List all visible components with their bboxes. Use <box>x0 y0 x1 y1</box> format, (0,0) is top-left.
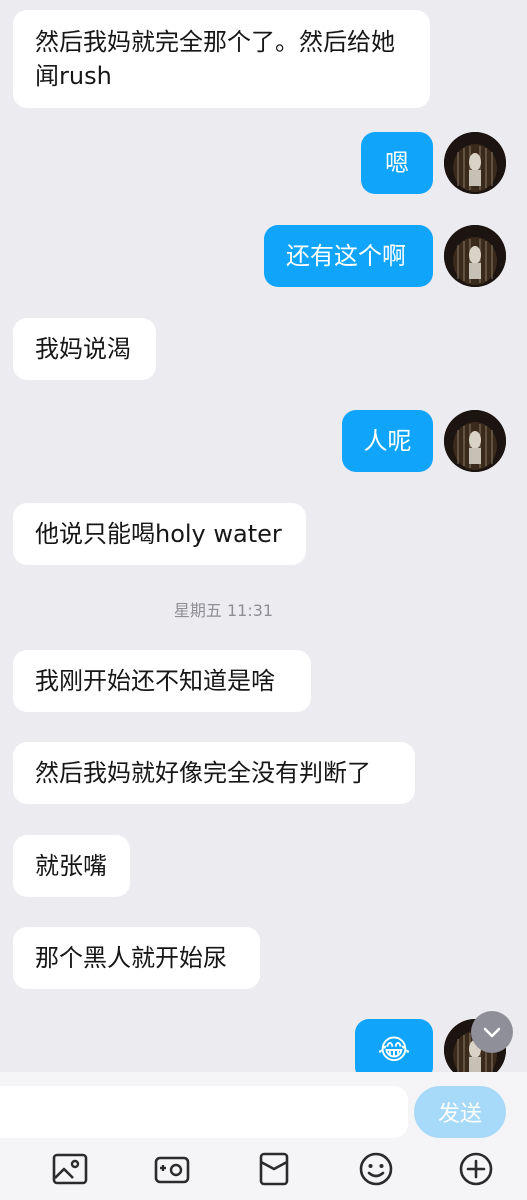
message-input[interactable] <box>0 1086 408 1138</box>
message-text: 他说只能喝holy water <box>35 520 282 548</box>
user-avatar[interactable] <box>444 225 506 287</box>
incoming-message[interactable]: 那个黑人就开始尿 <box>13 927 260 989</box>
plus-icon[interactable] <box>457 1150 495 1188</box>
message-text: 还有这个啊 <box>286 242 406 270</box>
camera-icon[interactable] <box>153 1150 191 1188</box>
image-icon[interactable] <box>51 1150 89 1188</box>
message-text: 那个黑人就开始尿 <box>35 944 227 972</box>
outgoing-message[interactable]: 还有这个啊 <box>264 225 433 287</box>
incoming-message[interactable]: 我妈说渴 <box>13 318 156 380</box>
red-packet-icon[interactable] <box>255 1150 293 1188</box>
avatar-image <box>444 132 506 194</box>
composer-bar: 发送 <box>0 1072 527 1200</box>
outgoing-message[interactable]: 嗯 <box>361 132 433 194</box>
outgoing-message[interactable]: 😂 <box>355 1019 433 1072</box>
incoming-message[interactable]: 就张嘴 <box>13 835 130 897</box>
message-text: 😂 <box>377 1033 411 1066</box>
user-avatar[interactable] <box>444 132 506 194</box>
incoming-message[interactable]: 然后我妈就完全那个了。然后给她闻rush <box>13 10 430 108</box>
message-text: 就张嘴 <box>35 852 107 880</box>
message-text: 然后我妈就完全那个了。然后给她闻rush <box>35 28 395 90</box>
send-button[interactable]: 发送 <box>414 1086 506 1138</box>
avatar-image <box>444 225 506 287</box>
incoming-message[interactable]: 他说只能喝holy water <box>13 503 306 565</box>
avatar-image <box>444 410 506 472</box>
message-text: 嗯 <box>385 149 409 177</box>
message-text: 我刚开始还不知道是啥 <box>35 667 275 695</box>
message-text: 人呢 <box>363 427 412 455</box>
outgoing-message[interactable]: 人呢 <box>342 410 433 472</box>
chevron-down-icon <box>483 1027 501 1038</box>
incoming-message[interactable]: 我刚开始还不知道是啥 <box>13 650 311 712</box>
message-text: 我妈说渴 <box>35 335 131 363</box>
incoming-message[interactable]: 然后我妈就好像完全没有判断了 <box>13 742 415 804</box>
message-text: 然后我妈就好像完全没有判断了 <box>35 759 371 787</box>
user-avatar[interactable] <box>444 410 506 472</box>
chat-area[interactable]: 然后我妈就完全那个了。然后给她闻rush 嗯 还有这个啊 我妈说渴 人呢 他说只… <box>0 0 527 1072</box>
scroll-to-bottom-button[interactable] <box>471 1011 513 1053</box>
emoji-icon[interactable] <box>357 1150 395 1188</box>
timestamp: 星期五 11:31 <box>173 601 274 620</box>
